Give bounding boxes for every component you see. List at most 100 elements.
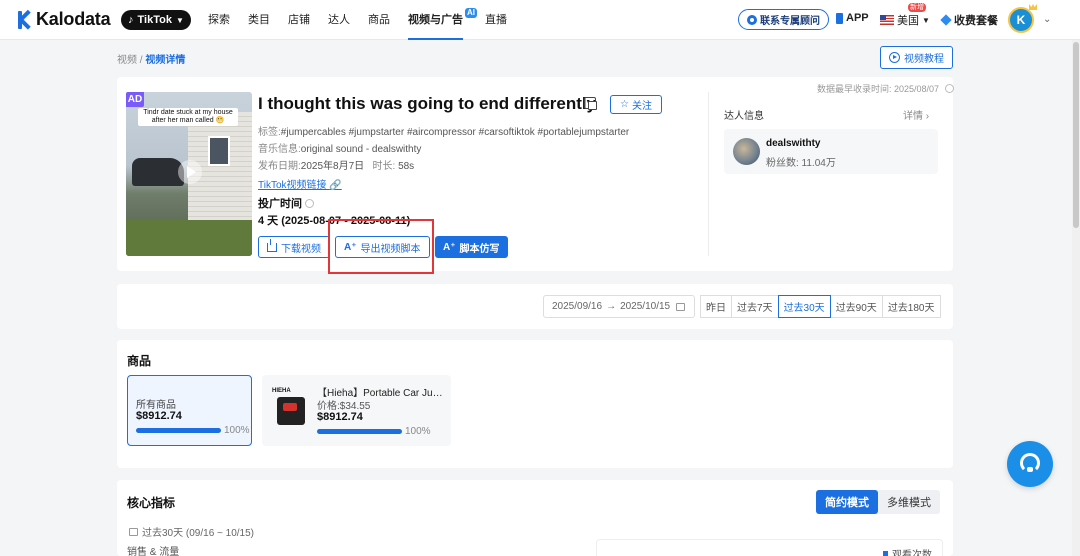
metrics-period-text: 过去30天 (09/16 ~ 10/15) [142,528,255,539]
publish-label: 发布日期: [258,161,301,172]
range-180-days[interactable]: 过去180天 [881,295,941,318]
info-icon[interactable] [305,199,314,208]
creator-info-title: 达人信息 [724,111,764,122]
play-icon[interactable] [178,160,202,184]
creator-detail-link[interactable]: 详情 › [903,107,929,122]
new-badge: 新增 [908,3,926,12]
download-video-button[interactable]: 下载视频 [258,236,330,258]
follow-label: 关注 [631,101,652,112]
link-icon: 🔗 [329,180,342,191]
product-amount: $8912.74 [317,411,363,423]
mode-multi[interactable]: 多维模式 [878,490,940,514]
page-scrollbar[interactable] [1072,40,1080,556]
range-yesterday[interactable]: 昨日 [700,295,732,318]
caret-down-icon: ▼ [922,15,930,25]
product-bar [317,429,402,434]
mode-toggle: 简约模式 多维模式 [816,490,940,514]
range-quick-select: 昨日 过去7天 过去30天 过去90天 过去180天 [700,295,941,318]
creator-name[interactable]: dealswithty [766,138,820,149]
breadcrumb: 视频 / 视频详情 [117,51,185,66]
range-7-days[interactable]: 过去7天 [731,295,779,318]
nav-shop[interactable]: 店铺 [288,0,310,40]
us-flag-icon [880,15,894,25]
nav-live[interactable]: 直播 [485,0,507,40]
imitate-script-label: 脚本仿写 [459,243,500,255]
imitate-script-button[interactable]: A⁺ 脚本仿写 [435,236,508,258]
product-image[interactable]: HIEHA [270,386,310,430]
diamond-icon [940,14,952,26]
music-label: 音乐信息: [258,144,301,155]
platform-selector[interactable]: ♪ TikTok ▼ [121,10,191,30]
pricing-plan-label: 收费套餐 [954,15,998,27]
product-bar-fill [317,429,402,434]
range-30-days[interactable]: 过去30天 [777,295,831,318]
customer-support-button[interactable] [1007,441,1053,487]
legend-views[interactable]: 观看次数 [883,546,932,556]
video-tutorial-label: 视频教程 [904,54,944,65]
kalodata-logo-icon [18,10,32,29]
info-icon[interactable] [944,84,954,93]
all-products-bar-fill [136,428,221,433]
promo-time-label: 投广时间 [258,195,314,211]
duration-value: 58s [398,161,415,172]
video-thumbnail[interactable]: Tindr date stuck at my house after her m… [126,92,252,256]
sales-traffic-label: 销售 & 流量 [127,547,180,556]
chevron-down-icon[interactable]: ⌄ [1043,14,1051,25]
duration-label: 时长: [372,161,396,172]
core-metrics-title: 核心指标 [127,496,176,510]
thumbnail-car [132,158,184,186]
advisor-icon [747,14,757,25]
creator-detail-label: 详情 [903,111,923,122]
product-pct: 100% [405,426,431,437]
tags-label: 标签: [258,127,281,138]
video-tutorial-button[interactable]: 视频教程 [880,46,953,69]
publish-value: 2025年8月7日 [300,161,365,172]
main-nav: 探索 类目 店铺 达人 商品 视频与广告 AI 直播 [208,0,525,40]
nav-video-ads[interactable]: 视频与广告 AI [408,0,477,40]
nav-product[interactable]: 商品 [368,0,390,40]
region-label: 美国 [897,15,919,27]
nav-explore[interactable]: 探索 [208,0,230,40]
follow-button[interactable]: ☆ 关注 [610,95,662,114]
all-products-amount: $8912.74 [136,410,182,422]
breadcrumb-separator: / [139,55,143,66]
video-tags: 标签:#jumpercables #jumpstarter #aircompre… [258,123,629,138]
all-products-label: 所有商品 [136,400,176,411]
nav-category[interactable]: 类目 [248,0,270,40]
breadcrumb-root[interactable]: 视频 [117,55,137,66]
crown-icon [1029,4,1037,10]
region-selector[interactable]: 美国 ▼ [880,12,930,28]
creator-avatar[interactable] [733,138,760,165]
nav-creator[interactable]: 达人 [328,0,350,40]
video-title: I thought this was going to end differen… [258,94,597,113]
highlight-annotation [328,219,434,274]
video-publish: 发布日期:2025年8月7日 时长: 58s [258,157,414,172]
tiktok-icon: ♪ [128,14,134,26]
pricing-plan-link[interactable]: 收费套餐 [940,12,998,28]
scrollbar-thumb[interactable] [1073,42,1079,228]
all-products-bar [136,428,221,433]
products-title: 商品 [127,354,152,368]
tags-value: #jumpercables #jumpstarter #aircompresso… [280,127,630,138]
mode-simple[interactable]: 简约模式 [816,490,878,514]
date-range-picker[interactable]: 2025/09/16 → 2025/10/15 [543,295,695,318]
tiktok-video-link[interactable]: TikTok视频链接 🔗 [258,176,342,191]
user-avatar[interactable]: K [1008,7,1034,33]
metrics-period: 过去30天 (09/16 ~ 10/15) [127,524,254,539]
kalodata-logo[interactable]: Kalodata [18,9,111,30]
copy-icon[interactable] [584,97,597,110]
date-to: 2025/10/15 [620,301,671,312]
thumbnail-caption: Tindr date stuck at my house after her m… [138,108,238,126]
calendar-icon [129,527,138,536]
music-value: original sound - dealswithty [300,144,422,155]
range-90-days[interactable]: 过去90天 [829,295,883,318]
collect-time-text: 数据最早收录时间: 2025/08/07 [817,84,940,94]
chevron-right-icon: › [925,111,930,122]
app-label: APP [846,12,869,24]
app-link[interactable]: APP [836,12,869,24]
logo-text: Kalodata [36,9,111,29]
creator-fans: 粉丝数: 11.04万 [766,158,836,169]
product-price: 价格:$34.55 [317,401,371,412]
contact-advisor-button[interactable]: 联系专属顾问 [738,9,829,30]
nav-video-ads-label: 视频与广告 [408,14,463,26]
